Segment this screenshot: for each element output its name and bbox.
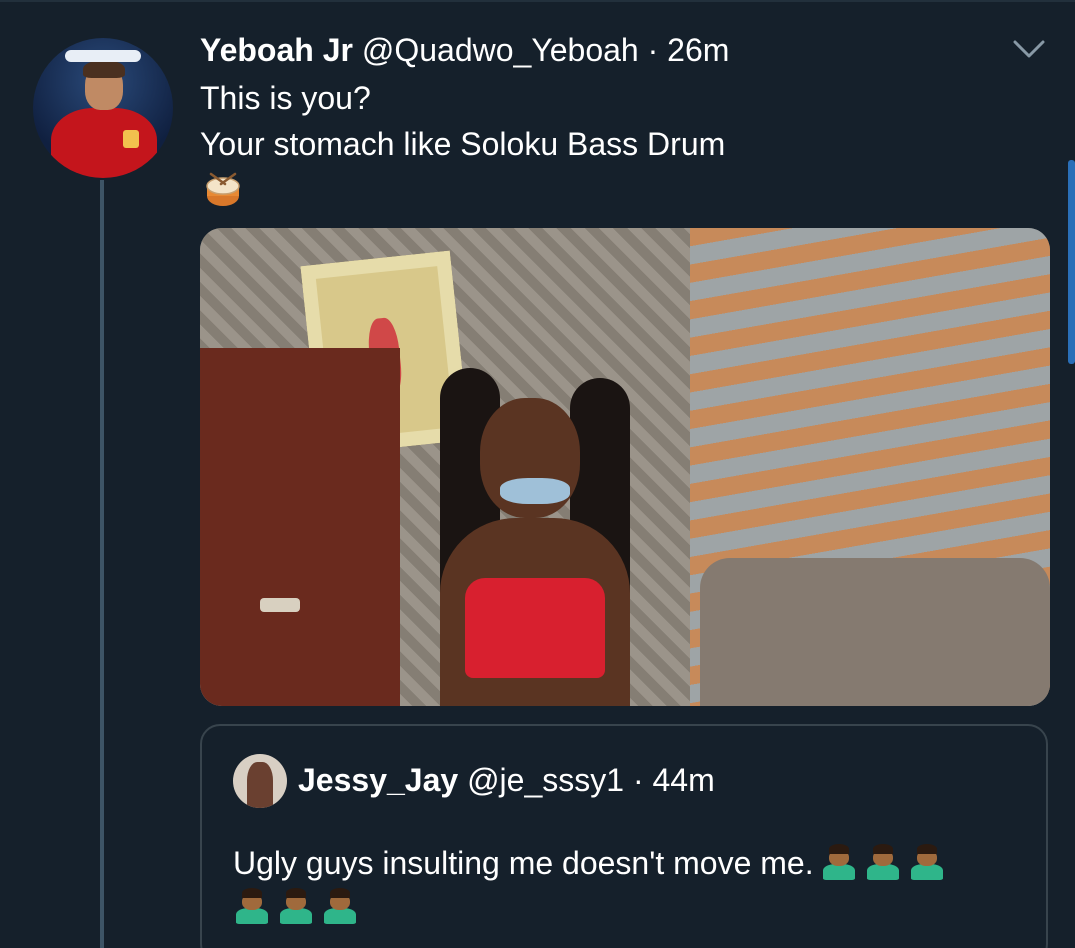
quoted-author-name[interactable]: Jessy_Jay <box>298 762 458 798</box>
drum-icon <box>206 172 240 206</box>
photo-door-handle <box>260 598 300 612</box>
author-name[interactable]: Yeboah Jr <box>200 32 353 68</box>
divider <box>0 0 1075 2</box>
thread-line <box>100 180 104 948</box>
quoted-tweet-header: Jessy_Jay @je_sssy1 · 44m <box>298 760 715 800</box>
separator: · <box>632 762 644 798</box>
person-bowing-icon <box>820 842 858 880</box>
person-bowing-icon <box>908 842 946 880</box>
quoted-tweet-time[interactable]: 44m <box>652 762 714 798</box>
quoted-tweet-text: Ugly guys insulting me doesn't move me. <box>233 845 814 881</box>
tweet-time[interactable]: 26m <box>667 32 729 68</box>
avatar-hair <box>83 60 125 78</box>
photo-door <box>200 348 400 706</box>
tweet-header: Yeboah Jr @Quadwo_Yeboah · 26m <box>200 30 729 70</box>
avatar-highlight <box>65 50 141 62</box>
quoted-author-handle[interactable]: @je_sssy1 <box>467 762 624 798</box>
separator: · <box>647 32 659 68</box>
avatar-badge <box>123 130 139 148</box>
quoted-avatar-person <box>247 762 273 808</box>
avatar-jersey <box>51 108 157 178</box>
author-avatar[interactable] <box>33 38 173 178</box>
tweet-text-line: This is you? <box>200 80 371 116</box>
quoted-tweet-text-line: Ugly guys insulting me doesn't move me. <box>233 842 946 883</box>
tweet-photo[interactable] <box>200 228 1050 706</box>
photo-face-mask <box>500 478 570 504</box>
person-bowing-icon <box>864 842 902 880</box>
quoted-author-avatar[interactable] <box>233 754 287 808</box>
tweet[interactable]: Yeboah Jr @Quadwo_Yeboah · 26m This is y… <box>0 0 1075 948</box>
photo-red-top <box>465 578 605 678</box>
photo-couch <box>700 558 1050 706</box>
quoted-tweet-emoji-row <box>233 886 365 926</box>
person-bowing-icon <box>277 886 315 924</box>
person-bowing-icon <box>233 886 271 924</box>
author-handle[interactable]: @Quadwo_Yeboah <box>362 32 639 68</box>
scrollbar[interactable] <box>1068 160 1075 364</box>
chevron-down-icon[interactable] <box>1012 38 1046 60</box>
person-bowing-icon <box>321 886 359 924</box>
tweet-text-line: Your stomach like Soloku Bass Drum <box>200 126 726 162</box>
